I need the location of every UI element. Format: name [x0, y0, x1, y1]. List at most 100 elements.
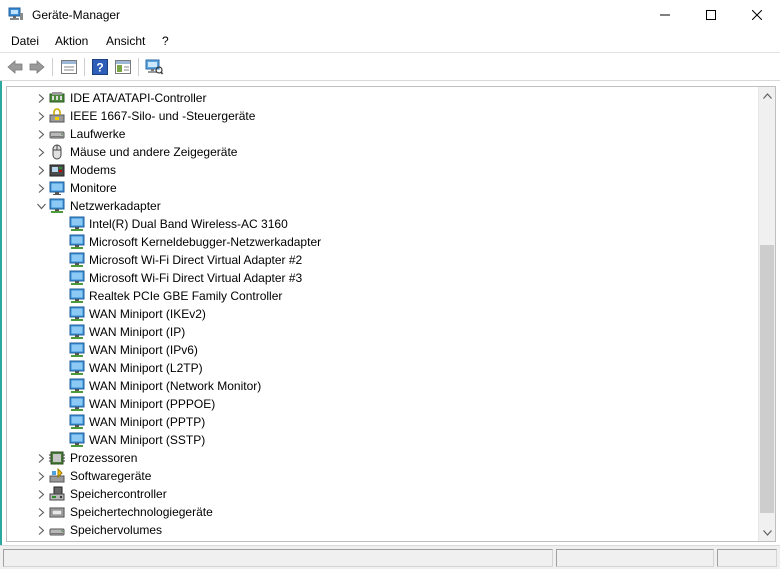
tree-node-label: WAN Miniport (IPv6) — [89, 343, 198, 357]
menu-ansicht[interactable]: Ansicht — [106, 34, 145, 48]
tree-node-label: WAN Miniport (PPTP) — [89, 415, 206, 429]
device-tree-item[interactable]: WAN Miniport (SSTP) — [7, 431, 757, 449]
status-segment-main — [3, 549, 553, 567]
menu-help[interactable]: ? — [162, 34, 169, 48]
close-button[interactable] — [734, 0, 780, 30]
device-tree-item[interactable]: WAN Miniport (IKEv2) — [7, 305, 757, 323]
tree-node-label: WAN Miniport (IP) — [89, 325, 186, 339]
device-category[interactable]: Modems — [7, 161, 757, 179]
properties-icon — [61, 60, 77, 74]
expand-toggle[interactable] — [33, 143, 49, 161]
expand-toggle[interactable] — [33, 467, 49, 485]
tree-node-label: Softwaregeräte — [70, 469, 152, 483]
scroll-down-button[interactable] — [759, 524, 775, 541]
device-tree-item[interactable]: Microsoft Wi-Fi Direct Virtual Adapter #… — [7, 251, 757, 269]
tree-node-label: Mäuse und andere Zeigegeräte — [70, 145, 238, 159]
device-tree-item[interactable]: WAN Miniport (PPPOE) — [7, 395, 757, 413]
tree-node-label: WAN Miniport (PPPOE) — [89, 397, 216, 411]
device-tree-item[interactable]: Intel(R) Dual Band Wireless-AC 3160 — [7, 215, 757, 233]
vertical-scrollbar[interactable] — [758, 87, 775, 541]
console-view-button[interactable] — [113, 57, 133, 77]
device-category[interactable]: IEEE 1667-Silo- und -Steuergeräte — [7, 107, 757, 125]
chevron-right-icon — [38, 525, 44, 535]
scan-hardware-button[interactable] — [144, 57, 164, 77]
tree-node-label: WAN Miniport (SSTP) — [89, 433, 206, 447]
device-category[interactable]: Softwaregeräte — [7, 467, 757, 485]
properties-button[interactable] — [59, 57, 79, 77]
toolbar: ? — [0, 52, 780, 81]
minimize-button[interactable] — [642, 0, 688, 30]
chevron-right-icon — [38, 93, 44, 103]
network-adapter-icon — [69, 288, 85, 303]
device-category-expanded[interactable]: Netzwerkadapter — [7, 197, 757, 215]
software-device-icon — [49, 468, 65, 483]
scroll-up-button[interactable] — [759, 87, 775, 104]
tree-node-label: WAN Miniport (L2TP) — [89, 361, 203, 375]
chevron-right-icon — [38, 453, 44, 463]
device-category[interactable]: IDE ATA/ATAPI-Controller — [7, 89, 757, 107]
tree-node-label: Modems — [70, 163, 117, 177]
expand-toggle[interactable] — [33, 125, 49, 143]
device-tree-item[interactable]: Microsoft Wi-Fi Direct Virtual Adapter #… — [7, 269, 757, 287]
expand-toggle[interactable] — [33, 197, 49, 215]
toolbar-separator — [138, 58, 139, 76]
expand-toggle[interactable] — [33, 179, 49, 197]
network-adapter-icon — [69, 342, 85, 357]
tree-node-label: Netzwerkadapter — [70, 199, 161, 213]
device-tree-item[interactable]: WAN Miniport (PPTP) — [7, 413, 757, 431]
tree-node-label: Intel(R) Dual Band Wireless-AC 3160 — [89, 217, 288, 231]
tree-node-label: Monitore — [70, 181, 117, 195]
scroll-thumb[interactable] — [760, 245, 774, 513]
tree-node-label: Speichercontroller — [70, 487, 167, 501]
device-tree-item[interactable]: Realtek PCIe GBE Family Controller — [7, 287, 757, 305]
device-category[interactable]: Speichercontroller — [7, 485, 757, 503]
window-title: Geräte-Manager — [32, 8, 121, 22]
title-bar: Geräte-Manager — [0, 0, 780, 30]
network-adapter-icon — [69, 234, 85, 249]
device-category[interactable]: Prozessoren — [7, 449, 757, 467]
menu-aktion[interactable]: Aktion — [55, 34, 88, 48]
expand-toggle[interactable] — [33, 521, 49, 539]
network-adapter-icon — [69, 378, 85, 393]
back-button[interactable] — [5, 57, 25, 77]
chevron-right-icon — [38, 165, 44, 175]
expand-toggle[interactable] — [33, 503, 49, 521]
status-segment-right — [717, 549, 777, 567]
expand-toggle[interactable] — [33, 449, 49, 467]
device-category[interactable]: Speichervolumes — [7, 521, 757, 539]
expand-toggle[interactable] — [33, 161, 49, 179]
memory-technology-icon — [49, 507, 65, 518]
tree-node-label: WAN Miniport (IKEv2) — [89, 307, 206, 321]
forward-arrow-icon — [29, 60, 45, 74]
tree-node-label: Microsoft Wi-Fi Direct Virtual Adapter #… — [89, 271, 303, 285]
device-tree-item[interactable]: WAN Miniport (Network Monitor) — [7, 377, 757, 395]
help-icon: ? — [92, 59, 108, 75]
device-tree-item[interactable]: WAN Miniport (L2TP) — [7, 359, 757, 377]
menu-datei[interactable]: Datei — [11, 34, 39, 48]
device-tree-item[interactable]: WAN Miniport (IPv6) — [7, 341, 757, 359]
network-adapter-icon — [69, 306, 85, 321]
minimize-icon — [660, 14, 670, 16]
monitor-icon — [49, 181, 65, 195]
status-bar — [0, 545, 780, 569]
maximize-button[interactable] — [688, 0, 734, 30]
device-category[interactable]: Monitore — [7, 179, 757, 197]
device-category[interactable]: Mäuse und andere Zeigegeräte — [7, 143, 757, 161]
device-tree-item[interactable]: Microsoft Kerneldebugger-Netzwerkadapter — [7, 233, 757, 251]
device-tree-item[interactable]: WAN Miniport (IP) — [7, 323, 757, 341]
forward-button[interactable] — [27, 57, 47, 77]
expand-toggle[interactable] — [33, 485, 49, 503]
expand-toggle[interactable] — [33, 107, 49, 125]
device-category[interactable]: Laufwerke — [7, 125, 757, 143]
network-adapter-icon — [69, 252, 85, 267]
network-adapter-icon — [49, 198, 65, 213]
mouse-icon — [52, 144, 62, 160]
help-button[interactable]: ? — [90, 57, 110, 77]
tree-node-label: Microsoft Wi-Fi Direct Virtual Adapter #… — [89, 253, 303, 267]
expand-toggle[interactable] — [33, 89, 49, 107]
device-category[interactable]: Speichertechnologiegeräte — [7, 503, 757, 521]
device-tree[interactable]: IDE ATA/ATAPI-Controller IEEE 1667-Silo- … — [6, 86, 776, 542]
window-accent-border — [0, 0, 2, 569]
network-adapter-icon — [69, 360, 85, 375]
tree-node-label: IEEE 1667-Silo- und -Steuergeräte — [70, 109, 256, 123]
